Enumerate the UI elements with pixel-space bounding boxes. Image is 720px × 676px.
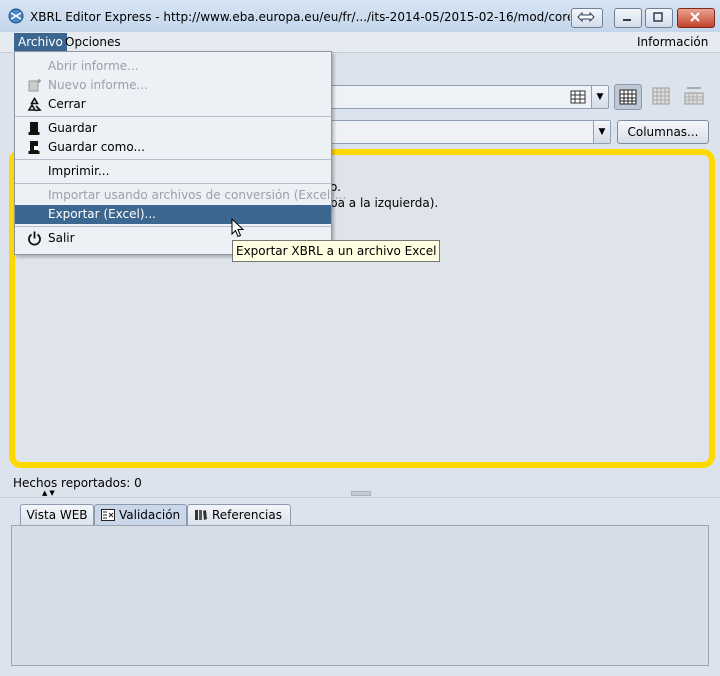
- minimize-icon: [623, 19, 631, 21]
- title-bar: XBRL Editor Express - http://www.eba.eur…: [0, 0, 720, 33]
- close-button[interactable]: [677, 8, 715, 28]
- menu-item-abrir-informe[interactable]: Abrir informe...: [15, 57, 331, 76]
- grid-view-button[interactable]: [614, 84, 642, 110]
- menu-separator: [15, 116, 331, 117]
- maximize-icon: [653, 12, 663, 22]
- tab-validacion[interactable]: Validación: [94, 504, 187, 526]
- split-arrows-icon[interactable]: ▲▼: [42, 489, 57, 497]
- recycle-icon: [27, 97, 42, 112]
- menu-item-exportar-excel[interactable]: Exportar (Excel)...: [15, 205, 331, 224]
- new-report-icon: [28, 79, 41, 92]
- chevron-down-icon[interactable]: ▼: [591, 86, 608, 108]
- double-arrow-icon: [577, 11, 595, 23]
- menu-informacion[interactable]: Información: [633, 33, 712, 51]
- form-view-button[interactable]: [681, 84, 707, 108]
- menu-item-label: Abrir informe...: [48, 59, 139, 73]
- divider: [0, 497, 720, 498]
- table-grid-icon: [619, 89, 637, 105]
- menu-item-cerrar[interactable]: Cerrar: [15, 95, 331, 114]
- menu-item-nuevo-informe[interactable]: Nuevo informe...: [15, 76, 331, 95]
- splitter-handle[interactable]: [351, 491, 371, 496]
- tab-label: Validación: [119, 508, 181, 522]
- dimension-table-icon: [652, 87, 670, 105]
- menu-separator: [15, 183, 331, 184]
- books-icon: [195, 510, 207, 520]
- chevron-down-icon[interactable]: ▼: [593, 121, 610, 143]
- tab-label: Referencias: [212, 508, 282, 522]
- table-selector-combo[interactable]: ▼: [330, 85, 609, 109]
- menu-item-importar-excel[interactable]: Importar usando archivos de conversión (…: [15, 186, 346, 205]
- tab-referencias[interactable]: Referencias: [187, 504, 291, 526]
- menu-opciones[interactable]: Opciones: [61, 33, 125, 51]
- menu-item-label: Nuevo informe...: [48, 78, 148, 92]
- menu-separator: [15, 226, 331, 227]
- power-icon: [28, 231, 41, 246]
- archivo-dropdown-menu: Abrir informe... Nuevo informe... Cerrar…: [14, 51, 346, 255]
- dimension-view-button[interactable]: [648, 84, 674, 108]
- menu-item-label: Cerrar: [48, 97, 86, 111]
- window-title: XBRL Editor Express - http://www.eba.eur…: [30, 10, 570, 24]
- save-icon: [28, 122, 40, 135]
- table-grid-icon: [570, 90, 586, 104]
- xbrl-globe-icon: [8, 8, 24, 24]
- menu-bar: Archivo Opciones Información: [0, 32, 720, 53]
- validation-icon: [101, 509, 115, 521]
- menu-separator: [15, 159, 331, 160]
- menu-archivo[interactable]: Archivo: [14, 33, 67, 51]
- facts-status: Hechos reportados: 0: [13, 476, 142, 490]
- minimize-button[interactable]: [614, 8, 642, 28]
- save-as-icon: [28, 141, 40, 154]
- menu-item-guardar[interactable]: Guardar: [15, 119, 331, 138]
- form-table-icon: [684, 87, 704, 105]
- menu-item-label: Salir: [48, 231, 75, 245]
- columnas-button[interactable]: Columnas...: [617, 120, 709, 144]
- menu-item-guardar-como[interactable]: Guardar como...: [15, 138, 331, 157]
- menu-item-imprimir[interactable]: Imprimir...: [15, 162, 331, 181]
- menu-item-label: Exportar (Excel)...: [48, 207, 156, 221]
- tab-label: Vista WEB: [26, 508, 88, 522]
- close-icon: [690, 12, 700, 22]
- menu-item-label: Guardar: [48, 121, 97, 135]
- restore-size-button[interactable]: [571, 8, 603, 28]
- filter-combo[interactable]: ▼: [330, 120, 611, 144]
- tab-content-panel: [11, 525, 709, 666]
- maximize-button[interactable]: [645, 8, 673, 28]
- menu-item-label: Imprimir...: [48, 164, 110, 178]
- mouse-pointer-icon: [231, 218, 245, 238]
- tooltip: Exportar XBRL a un archivo Excel: [232, 240, 441, 262]
- menu-item-label: Importar usando archivos de conversión (…: [48, 188, 347, 202]
- tab-vista-web[interactable]: Vista WEB: [20, 504, 94, 526]
- menu-item-label: Guardar como...: [48, 140, 145, 154]
